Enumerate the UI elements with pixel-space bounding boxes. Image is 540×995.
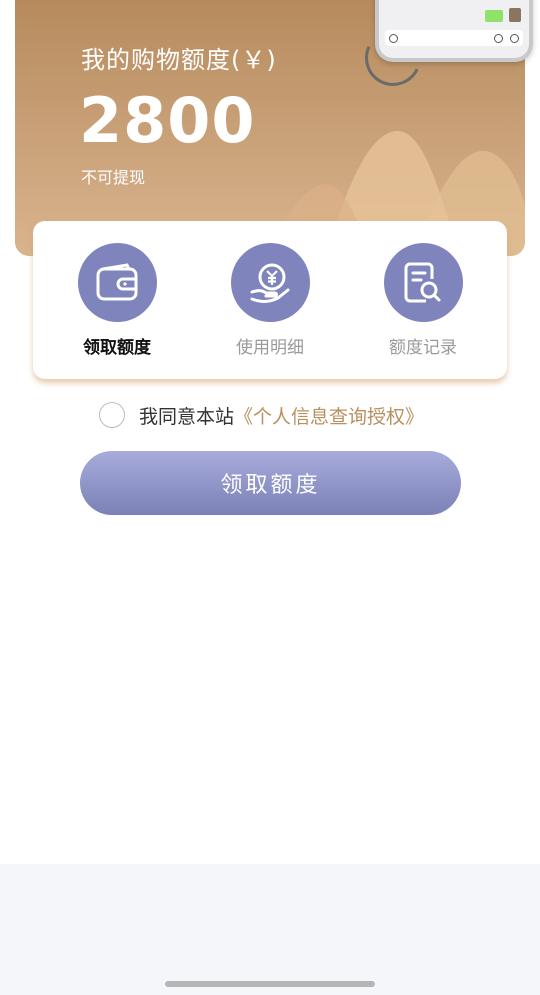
home-indicator[interactable] xyxy=(165,981,375,987)
chat-bubble-illustration xyxy=(485,10,503,22)
actions-card: 领取额度 使用明细 额度记录 xyxy=(33,221,507,379)
bottom-area xyxy=(0,864,540,995)
plus-icon xyxy=(510,34,519,43)
wallet-icon xyxy=(77,243,157,322)
authorization-link[interactable]: 《个人信息查询授权》 xyxy=(234,402,424,429)
action-label: 使用明细 xyxy=(236,338,304,358)
avatar-illustration xyxy=(509,8,521,22)
emoji-icon xyxy=(494,34,503,43)
claim-quota-button[interactable]: 领取额度 xyxy=(80,451,461,515)
phone-illustration xyxy=(375,0,533,62)
yuan-hand-icon xyxy=(230,243,310,322)
quota-amount: 2800 xyxy=(79,84,256,157)
quota-title: 我的购物额度(￥) xyxy=(81,46,277,74)
agreement-row: 我同意本站 《个人信息查询授权》 xyxy=(99,400,424,430)
quota-note: 不可提现 xyxy=(81,168,146,187)
action-label: 额度记录 xyxy=(389,338,457,358)
action-label: 领取额度 xyxy=(83,338,151,358)
document-search-icon xyxy=(383,243,463,322)
action-quota-records[interactable]: 额度记录 xyxy=(363,243,483,358)
voice-icon xyxy=(389,34,398,43)
action-usage-details[interactable]: 使用明细 xyxy=(210,243,330,358)
agreement-text: 我同意本站 xyxy=(139,405,235,428)
agreement-checkbox[interactable] xyxy=(99,402,125,428)
action-claim-quota[interactable]: 领取额度 xyxy=(57,243,177,358)
